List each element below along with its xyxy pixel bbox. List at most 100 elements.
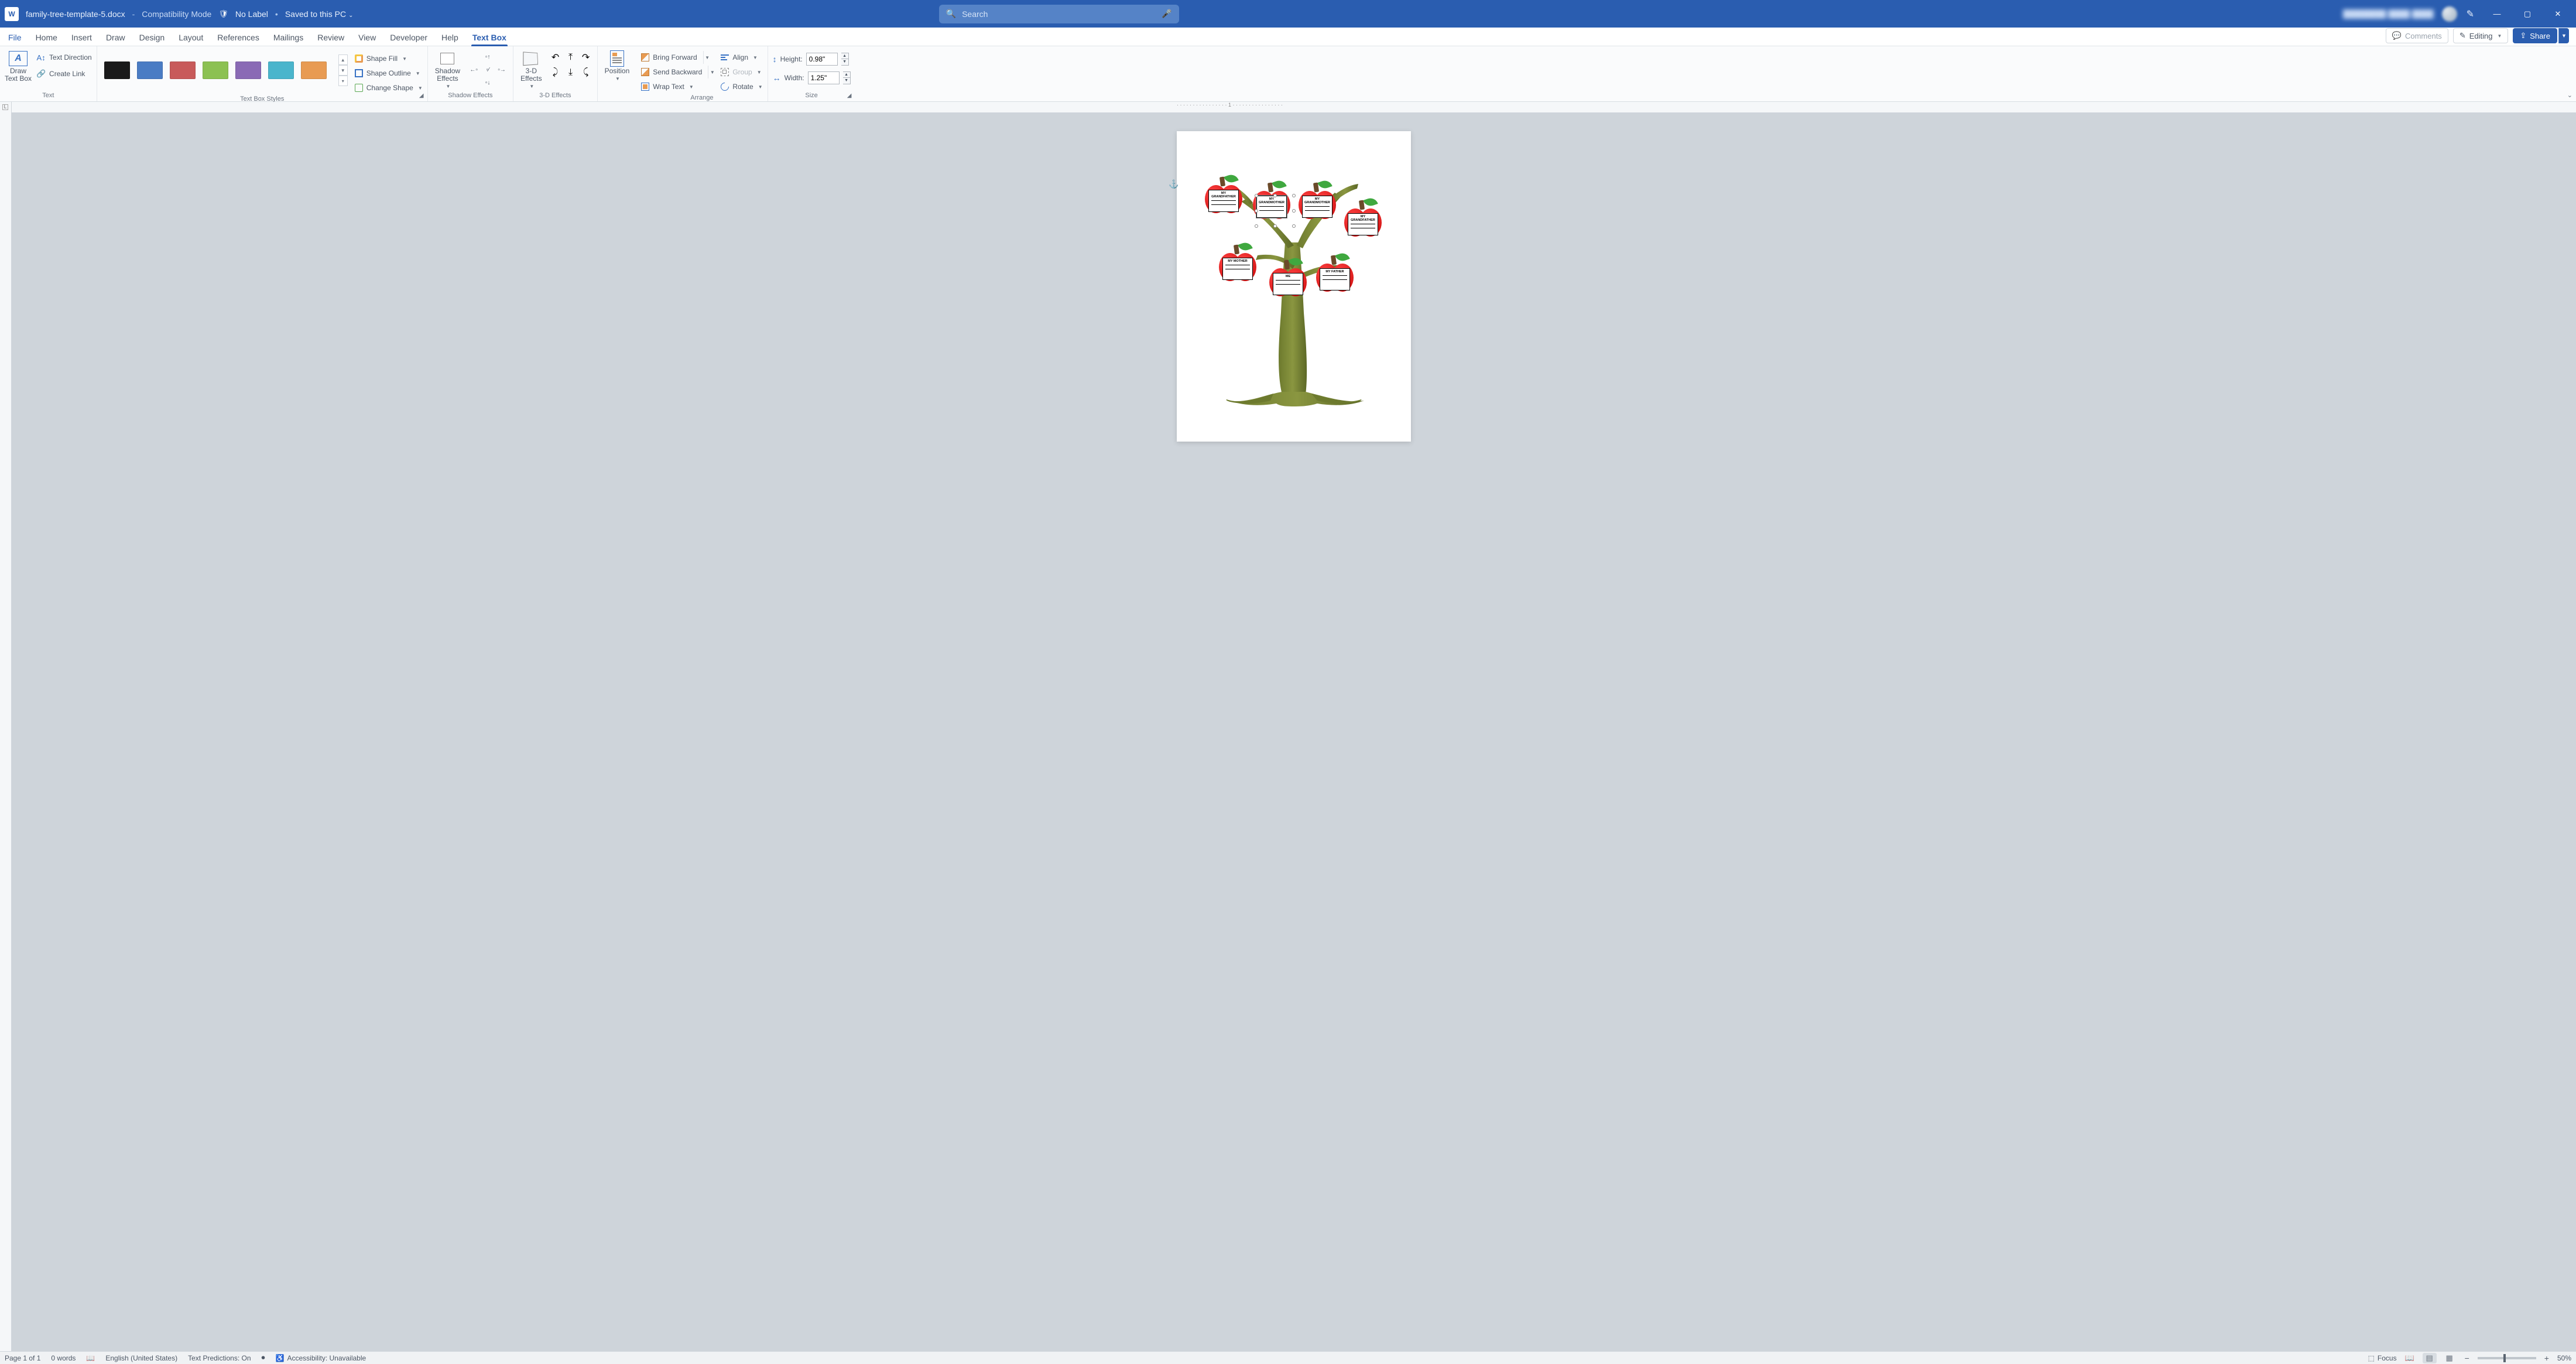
apple-mother[interactable]: MY MOTHER: [1219, 253, 1256, 294]
tab-references[interactable]: References: [216, 29, 261, 46]
style-swatch-teal[interactable]: [268, 61, 294, 79]
apple-label-card[interactable]: MY GRANDMOTHER: [1302, 196, 1332, 218]
tilt-down-left[interactable]: ⤸: [549, 66, 562, 79]
object-anchor-icon[interactable]: ⚓: [1169, 179, 1179, 189]
style-swatch-orange[interactable]: [301, 61, 327, 79]
tab-insert[interactable]: Insert: [70, 29, 93, 46]
apple-grandmother-paternal[interactable]: MY GRANDMOTHER: [1253, 191, 1290, 232]
tab-home[interactable]: Home: [35, 29, 59, 46]
tab-design[interactable]: Design: [138, 29, 166, 46]
height-spin-up[interactable]: ▲: [841, 53, 848, 59]
tilt-up[interactable]: ⤒: [564, 51, 577, 64]
tilt-left[interactable]: ↶: [549, 51, 562, 64]
minimize-button[interactable]: —: [2483, 0, 2510, 28]
document-page[interactable]: ⚓: [1177, 131, 1411, 442]
shape-outline-button[interactable]: Shape Outline▼: [355, 67, 423, 80]
collapse-ribbon-button[interactable]: ⌄: [2567, 91, 2572, 99]
apple-label-card[interactable]: MY GRANDFATHER: [1348, 213, 1378, 235]
send-backward-button[interactable]: Send Backward ▼: [641, 66, 716, 78]
microphone-icon[interactable]: 🎤: [1162, 9, 1171, 19]
selection-handle[interactable]: [1292, 194, 1296, 197]
zoom-slider[interactable]: [2478, 1357, 2536, 1359]
tab-view[interactable]: View: [357, 29, 377, 46]
pen-icon[interactable]: ✎: [2467, 8, 2474, 20]
style-swatch-purple[interactable]: [235, 61, 261, 79]
horizontal-ruler[interactable]: · · · · · · · · · · · · · · · · 1 · · · …: [12, 102, 2576, 112]
height-spin-down[interactable]: ▼: [841, 59, 848, 65]
tilt-right[interactable]: ↷: [580, 51, 592, 64]
sensitivity-label[interactable]: No Label: [235, 9, 268, 19]
text-predictions-status[interactable]: Text Predictions: On: [188, 1354, 251, 1362]
apple-grandfather-paternal[interactable]: MY GRANDFATHER: [1205, 185, 1242, 226]
style-gallery[interactable]: ▲ ▼ ▾: [102, 51, 350, 90]
selection-handle[interactable]: [1255, 224, 1258, 228]
width-spin-down[interactable]: ▼: [843, 78, 850, 84]
apple-grandfather-maternal[interactable]: MY GRANDFATHER: [1344, 208, 1382, 249]
style-swatch-red[interactable]: [170, 61, 196, 79]
apple-father[interactable]: MY FATHER: [1316, 264, 1354, 305]
apple-label-card[interactable]: ME: [1273, 273, 1303, 295]
search-input[interactable]: [962, 9, 1156, 19]
draw-text-box-button[interactable]: A Draw Text Box: [5, 51, 32, 83]
tab-help[interactable]: Help: [440, 29, 460, 46]
language-status[interactable]: English (United States): [105, 1354, 177, 1362]
account-avatar[interactable]: [2442, 6, 2457, 22]
macro-record-icon[interactable]: ⏺: [262, 1353, 265, 1362]
print-layout-button[interactable]: ▤: [2423, 1353, 2437, 1363]
selection-handle[interactable]: [1255, 194, 1258, 197]
position-button[interactable]: Position ▼: [602, 51, 632, 81]
wrap-text-button[interactable]: Wrap Text▼: [641, 80, 716, 93]
apple-label-card[interactable]: MY GRANDFATHER: [1208, 190, 1239, 212]
send-backward-dropdown[interactable]: ▼: [708, 66, 716, 78]
gallery-more-button[interactable]: ▾: [338, 76, 348, 86]
search-box[interactable]: 🔍 🎤: [939, 5, 1179, 23]
tab-developer[interactable]: Developer: [389, 29, 429, 46]
page-count[interactable]: Page 1 of 1: [5, 1354, 40, 1362]
account-name[interactable]: ████████ ████ ████: [2343, 9, 2434, 18]
spell-check-icon[interactable]: 📖: [86, 1354, 95, 1362]
shadow-toggle[interactable]: ▫⁄: [481, 64, 494, 76]
tab-layout[interactable]: Layout: [177, 29, 204, 46]
nudge-shadow-left[interactable]: ←▫: [467, 64, 480, 76]
tab-review[interactable]: Review: [316, 29, 345, 46]
tilt-down[interactable]: ⤓: [564, 66, 577, 79]
rotate-button[interactable]: Rotate▼: [721, 80, 762, 93]
comments-button[interactable]: 💬 Comments: [2386, 28, 2448, 43]
vertical-ruler[interactable]: L: [0, 102, 12, 1351]
height-input[interactable]: [806, 53, 838, 66]
tilt-down-right[interactable]: ⤹: [580, 66, 592, 79]
align-button[interactable]: Align▼: [721, 51, 762, 64]
text-direction-button[interactable]: A↕ Text Direction: [36, 51, 92, 64]
apple-label-card[interactable]: MY FATHER: [1320, 268, 1350, 290]
shape-fill-button[interactable]: Shape Fill▼: [355, 52, 423, 65]
editing-mode-button[interactable]: ✎ Editing ▼: [2453, 28, 2509, 43]
read-mode-button[interactable]: 📖: [2403, 1353, 2417, 1363]
chevron-down-icon[interactable]: ⌄: [348, 12, 353, 19]
width-spin-up[interactable]: ▲: [843, 72, 850, 78]
zoom-in-button[interactable]: +: [2542, 1353, 2551, 1363]
share-dropdown[interactable]: ▼: [2558, 28, 2569, 43]
change-shape-button[interactable]: Change Shape▼: [355, 81, 423, 94]
canvas-area[interactable]: · · · · · · · · · · · · · · · · 1 · · · …: [12, 102, 2576, 1351]
styles-dialog-launcher[interactable]: ◢: [418, 92, 425, 99]
restore-button[interactable]: ▢: [2514, 0, 2541, 28]
3d-effects-button[interactable]: 3-D Effects ▼: [518, 51, 544, 89]
zoom-level[interactable]: 50%: [2557, 1354, 2571, 1362]
apple-label-card[interactable]: MY MOTHER: [1222, 258, 1253, 280]
bring-forward-button[interactable]: Bring Forward ▼: [641, 51, 716, 64]
apple-me[interactable]: ME: [1269, 268, 1307, 309]
word-count[interactable]: 0 words: [51, 1354, 76, 1362]
style-swatch-black[interactable]: [104, 61, 130, 79]
nudge-shadow-down[interactable]: ▫↓: [481, 77, 494, 88]
create-link-button[interactable]: 🔗 Create Link: [36, 67, 92, 80]
tab-mailings[interactable]: Mailings: [272, 29, 304, 46]
share-button[interactable]: ⇪ Share: [2513, 28, 2557, 43]
nudge-shadow-right[interactable]: ▫→: [495, 64, 508, 76]
sensitivity-shield-icon[interactable]: 🛡: [218, 9, 228, 19]
shadow-effects-button[interactable]: Shadow Effects ▼: [433, 51, 463, 89]
tab-draw[interactable]: Draw: [105, 29, 126, 46]
nudge-shadow-up[interactable]: ▫↑: [481, 51, 494, 63]
style-swatch-green[interactable]: [203, 61, 228, 79]
gallery-down-button[interactable]: ▼: [338, 65, 348, 76]
bring-forward-dropdown[interactable]: ▼: [703, 51, 711, 64]
